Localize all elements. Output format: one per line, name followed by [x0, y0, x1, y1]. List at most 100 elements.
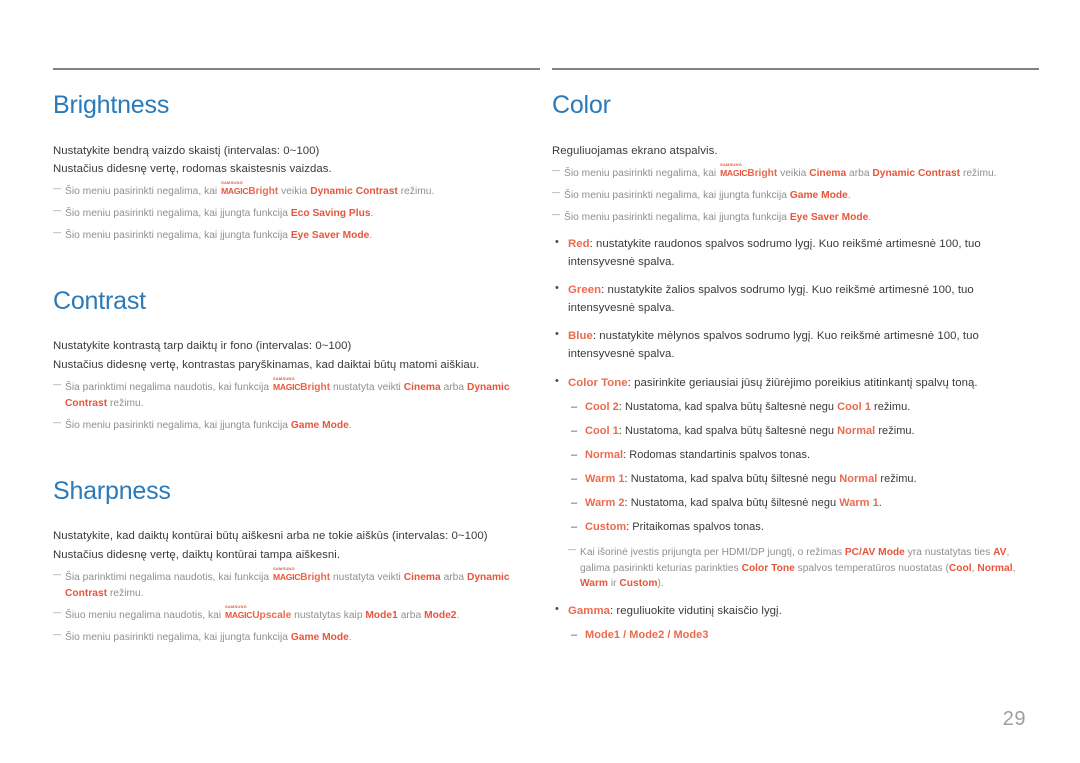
- contrast-paragraph-1: Nustatykite kontrastą tarp daiktų ir fon…: [53, 340, 352, 353]
- note-highlight-1: Game Mode: [290, 419, 349, 431]
- samsung-wordmark: SAMSUNG: [221, 180, 243, 186]
- note-text-post: .: [456, 609, 460, 621]
- subitem-mid: : Nustatoma, kad spalva būtų šiltesnė ne…: [624, 496, 840, 509]
- section-sharpness: Sharpness Nustatykite, kad daiktų kontūr…: [53, 476, 540, 646]
- note-text-pre: Šia parinktimi negalima naudotis, kai fu…: [65, 382, 272, 394]
- note-text-mid: veikia: [278, 186, 311, 198]
- section-brightness: Brightness Nustatykite bendrą vaizdo ska…: [53, 91, 540, 244]
- list-item-red: Red: nustatykite raudonos spalvos sodrum…: [552, 234, 1039, 271]
- note-text-post: .: [370, 208, 374, 220]
- note-highlight-1: Game Mode: [789, 189, 848, 201]
- note-highlight-1: Eco Saving Plus: [290, 208, 371, 220]
- magic-wordmark: MAGIC: [272, 572, 301, 583]
- brightness-paragraph-1: Nustatykite bendrą vaizdo skaistį (inter…: [53, 144, 320, 157]
- subitem-term: Normal: [585, 448, 624, 461]
- right-column: Color Reguliuojamas ekrano atspalvis. Ši…: [552, 0, 1039, 645]
- color-note-2: Šio meniu pasirinkti negalima, kai įjung…: [552, 187, 1039, 204]
- left-column: Brightness Nustatykite bendrą vaizdo ska…: [53, 0, 540, 645]
- list-item-blue: Blue: nustatykite mėlynos spalvos sodrum…: [552, 326, 1039, 363]
- note-text-post: .: [868, 211, 872, 223]
- subitem-post: .: [878, 496, 882, 509]
- color-note-3: Šio meniu pasirinkti negalima, kai įjung…: [552, 209, 1039, 226]
- page-number: 29: [1002, 708, 1026, 730]
- sharpness-paragraph-2: Nustačius didesnę vertę, daiktų kontūrai…: [53, 548, 341, 561]
- note-highlight-cool: Cool: [948, 562, 972, 574]
- note-highlight-pc-av-mode: PC/AV Mode: [844, 546, 905, 558]
- note-text-post: režimu.: [107, 588, 144, 599]
- subitem-term: Cool 1: [585, 424, 619, 437]
- magic-suffix: Bright: [747, 167, 778, 179]
- page-title-sharpness: Sharpness: [53, 476, 171, 505]
- subitem-highlight: Cool 1: [837, 400, 871, 413]
- note-highlight-1: Eye Saver Mode: [789, 211, 869, 223]
- bullet-term-red: Red: [568, 238, 590, 251]
- subitem-mid: : Nustatoma, kad spalva būtų šaltesnė ne…: [618, 424, 838, 437]
- note-highlight-normal: Normal: [977, 562, 1013, 574]
- note-text-mid: nustatyta veikti: [330, 572, 404, 584]
- note-text-mid-2: arba: [397, 609, 425, 621]
- column-rule-right: [552, 68, 1039, 70]
- subitem-highlight: Normal: [837, 424, 876, 437]
- note-text-pre: Šio meniu pasirinkti negalima, kai įjung…: [65, 208, 291, 220]
- note-part-2: yra nustatytas ties: [904, 546, 994, 558]
- note-text-pre: Šiuo meniu negalima naudotis, kai: [65, 609, 225, 621]
- magic-suffix: Bright: [248, 186, 279, 198]
- list-item-green: Green: nustatykite žalios spalvos sodrum…: [552, 280, 1039, 317]
- note-text-mid-2: arba: [440, 572, 467, 584]
- samsung-magic-logo: SAMSUNG MAGICBright: [720, 162, 778, 179]
- list-item-gamma: Gamma: reguliuokite vidutinį skaisčio ly…: [552, 601, 1039, 620]
- note-highlight-av: AV: [993, 546, 1007, 558]
- note-highlight-1: Cinema: [403, 572, 441, 584]
- note-highlight-custom: Custom: [619, 578, 658, 590]
- bullet-text-gamma: : reguliuokite vidutinį skaisčio lygį.: [610, 605, 782, 618]
- bullet-term-blue: Blue: [568, 330, 593, 343]
- note-part-6: ,: [1012, 562, 1016, 574]
- bullet-text-green: : nustatykite žalios spalvos sodrumo lyg…: [568, 284, 974, 315]
- note-text-pre: Šio meniu pasirinkti negalima, kai: [65, 186, 221, 198]
- note-text-pre: Šia parinktimi negalima naudotis, kai fu…: [65, 572, 272, 584]
- note-highlight-color-tone: Color Tone: [741, 562, 795, 574]
- note-text-mid-2: arba: [846, 167, 873, 179]
- samsung-wordmark: SAMSUNG: [272, 566, 295, 572]
- list-item-cool-1: Cool 1: Nustatoma, kad spalva būtų šalte…: [552, 423, 1039, 440]
- gamma-modes-value: Mode1 / Mode2 / Mode3: [585, 629, 709, 642]
- color-tone-pc-av-note: Kai išorinė įvestis prijungta per HDMI/D…: [552, 544, 1039, 592]
- note-text-post: režimu.: [960, 167, 997, 179]
- brightness-note-2: Šio meniu pasirinkti negalima, kai įjung…: [53, 205, 540, 222]
- magic-wordmark: MAGIC: [272, 382, 301, 393]
- note-part-7: ir: [608, 578, 620, 590]
- magic-wordmark: MAGIC: [225, 609, 253, 620]
- subitem-highlight: Warm 1: [839, 496, 879, 509]
- subitem-post: režimu.: [870, 400, 911, 413]
- list-item-normal: Normal: Rodomas standartinis spalvos ton…: [552, 447, 1039, 464]
- color-paragraph-1: Reguliuojamas ekrano atspalvis.: [552, 144, 718, 157]
- sharpness-paragraph-1: Nustatykite, kad daiktų kontūrai būtų ai…: [53, 530, 488, 543]
- magic-suffix: Upscale: [252, 609, 292, 621]
- page-title-color: Color: [552, 91, 611, 119]
- section-color: Color Reguliuojamas ekrano atspalvis. Ši…: [552, 91, 1039, 644]
- brightness-note-3: Šio meniu pasirinkti negalima, kai įjung…: [53, 227, 540, 244]
- page-title-contrast: Contrast: [53, 286, 146, 315]
- list-item-cool-2: Cool 2: Nustatoma, kad spalva būtų šalte…: [552, 399, 1039, 416]
- note-text-post: .: [369, 230, 373, 242]
- note-text-pre: Šio meniu pasirinkti negalima, kai įjung…: [564, 189, 790, 201]
- subitem-mid: : Nustatoma, kad spalva būtų šiltesnė ne…: [624, 472, 840, 485]
- note-highlight-2: Dynamic Contrast: [872, 167, 961, 179]
- note-text-pre: Šio meniu pasirinkti negalima, kai įjung…: [65, 631, 291, 643]
- note-text-pre: Šio meniu pasirinkti negalima, kai įjung…: [65, 419, 291, 431]
- brightness-paragraph-2: Nustačius didesnę vertę, rodomas skaiste…: [53, 162, 332, 175]
- list-item-custom: Custom: Pritaikomas spalvos tonas.: [552, 519, 1039, 536]
- magic-wordmark: MAGIC: [720, 167, 748, 178]
- note-part-4: spalvos temperatūros nuostatas (: [794, 562, 949, 574]
- subitem-mid: : Rodomas standartinis spalvos tonas.: [623, 448, 811, 461]
- brightness-note-1: Šio meniu pasirinkti negalima, kai SAMSU…: [53, 180, 540, 200]
- page-title-brightness: Brightness: [53, 91, 170, 119]
- samsung-magic-logo: SAMSUNG MAGICUpscale: [225, 604, 292, 621]
- bullet-term-gamma: Gamma: [568, 605, 610, 618]
- note-text-mid-2: arba: [440, 382, 467, 394]
- bullet-text-red: : nustatykite raudonos spalvos sodrumo l…: [568, 238, 981, 269]
- bullet-term-color-tone: Color Tone: [568, 376, 628, 389]
- sharpness-note-3: Šio meniu pasirinkti negalima, kai įjung…: [53, 629, 540, 646]
- subitem-term: Cool 2: [585, 400, 619, 413]
- sharpness-note-1: Šia parinktimi negalima naudotis, kai fu…: [53, 566, 540, 602]
